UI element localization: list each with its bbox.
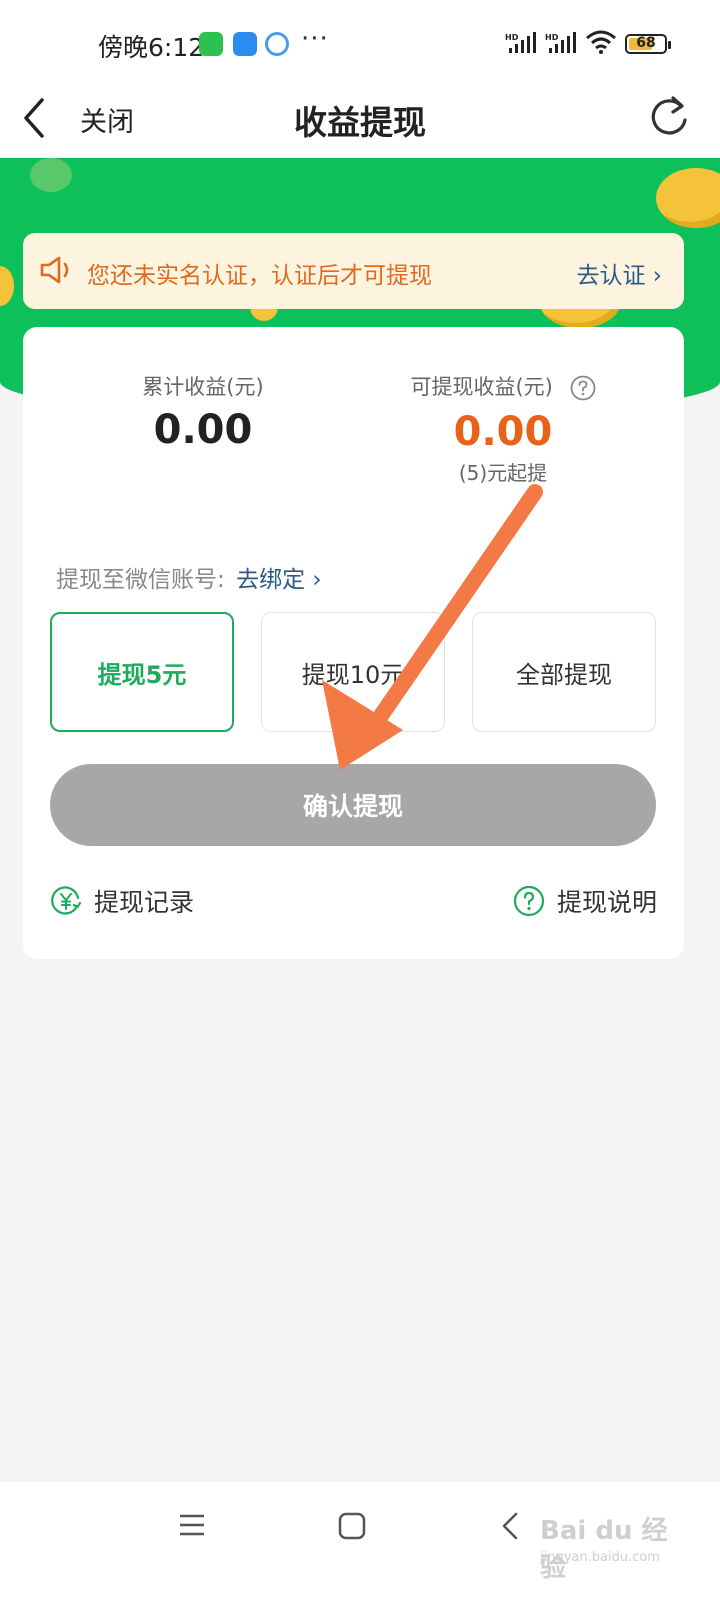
bind-label: 提现至微信账号: bbox=[56, 567, 225, 593]
confirm-withdraw-button[interactable]: 确认提现 bbox=[50, 764, 656, 846]
withdraw-option-10[interactable]: 提现10元 bbox=[261, 612, 445, 732]
available-earnings-label-row: 可提现收益(元) bbox=[353, 371, 653, 401]
available-earnings: 可提现收益(元) 0.00 (5)元起提 bbox=[353, 371, 653, 486]
hd-signal-icon: HD bbox=[505, 32, 536, 53]
notice-text: 您还未实名认证，认证后才可提现 bbox=[87, 263, 432, 289]
withdraw-card: 累计收益(元) 0.00 可提现收益(元) 0.00 (5)元起提 提现至微信账… bbox=[23, 327, 684, 959]
more-notifications-icon: ··· bbox=[301, 24, 329, 54]
hd-signal-icon: HD bbox=[545, 32, 576, 53]
total-earnings-label: 累计收益(元) bbox=[142, 375, 264, 399]
watermark-text: Bai du 经验 bbox=[540, 1516, 668, 1583]
question-circle-icon[interactable] bbox=[570, 375, 596, 401]
withdraw-option-5[interactable]: 提现5元 bbox=[50, 612, 234, 732]
svg-text:HD: HD bbox=[545, 33, 559, 42]
available-earnings-label: 可提现收益(元) bbox=[410, 375, 553, 399]
nav-bar: 关闭 收益提现 bbox=[0, 84, 720, 158]
coin-decoration bbox=[0, 266, 14, 306]
cloud-icon bbox=[233, 32, 257, 56]
bind-wechat-link[interactable]: 去绑定 › bbox=[236, 567, 322, 593]
question-circle-icon bbox=[513, 885, 545, 917]
coin-decoration bbox=[30, 158, 72, 192]
withdraw-records-link[interactable]: 提现记录 bbox=[50, 883, 194, 919]
status-time: 傍晚6:12 bbox=[98, 33, 205, 62]
bind-wechat-row: 提现至微信账号: 去绑定 › bbox=[56, 560, 322, 594]
verification-notice[interactable]: 您还未实名认证，认证后才可提现 去认证 › bbox=[23, 233, 684, 309]
withdraw-option-all[interactable]: 全部提现 bbox=[472, 612, 656, 732]
battery-level: 68 bbox=[636, 35, 656, 51]
back-icon[interactable] bbox=[500, 1512, 520, 1540]
battery-icon: 68 bbox=[625, 34, 671, 54]
total-earnings: 累计收益(元) 0.00 bbox=[63, 371, 343, 453]
withdraw-help-label: 提现说明 bbox=[556, 888, 657, 917]
status-bar: 傍晚6:12 ··· HD HD 68 bbox=[0, 0, 720, 84]
baidu-watermark: Bai du 经验 jingyan.baidu.com bbox=[540, 1502, 680, 1583]
wechat-icon bbox=[199, 32, 223, 56]
available-earnings-value: 0.00 bbox=[453, 409, 553, 455]
page-title: 收益提现 bbox=[294, 103, 426, 142]
minimum-withdraw-note: (5)元起提 bbox=[458, 461, 548, 485]
refresh-icon[interactable] bbox=[648, 94, 690, 140]
yuan-cycle-icon bbox=[51, 886, 82, 915]
svg-text:HD: HD bbox=[505, 33, 519, 42]
withdraw-records-label: 提现记录 bbox=[94, 888, 195, 917]
total-earnings-value: 0.00 bbox=[153, 407, 253, 453]
browser-icon bbox=[265, 32, 289, 56]
watermark-sub: jingyan.baidu.com bbox=[540, 1550, 660, 1565]
withdraw-help-link[interactable]: 提现说明 bbox=[513, 883, 657, 919]
battery-cap bbox=[668, 41, 671, 49]
coin-decoration bbox=[656, 168, 720, 228]
speaker-icon bbox=[40, 256, 69, 284]
verify-link[interactable]: 去认证 › bbox=[576, 256, 662, 290]
menu-icon[interactable] bbox=[178, 1512, 206, 1538]
home-icon[interactable] bbox=[338, 1512, 366, 1540]
wifi-icon bbox=[586, 30, 616, 54]
system-nav-bar: Bai du 经验 jingyan.baidu.com bbox=[0, 1482, 720, 1600]
